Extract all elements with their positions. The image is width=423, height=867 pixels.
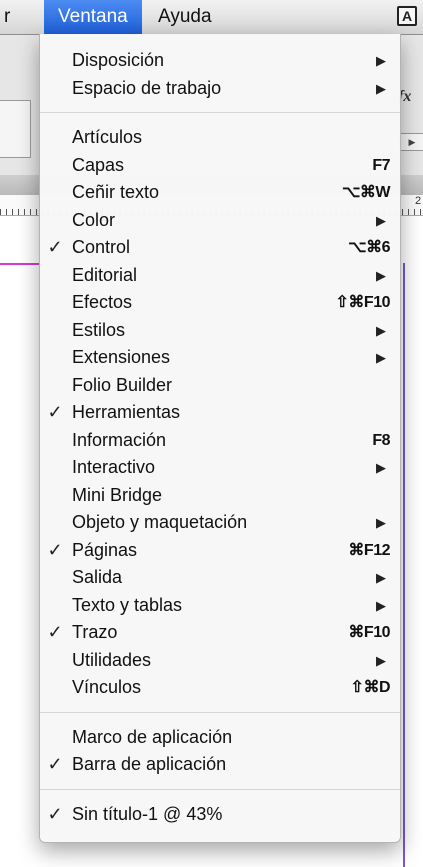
margin-guide-vertical (403, 263, 405, 867)
menu-item-label: Salida (72, 567, 123, 587)
menu-item-label: Editorial (72, 264, 138, 285)
menu-item-utilidades[interactable]: Utilidades ▶ (40, 647, 400, 675)
menu-item-barra-de-aplicacion[interactable]: ✓ Barra de aplicación (40, 751, 400, 779)
menu-item-label: Sin título-1 @ 43% (72, 803, 223, 824)
menu-item-editorial[interactable]: Editorial ▶ (40, 262, 400, 290)
menu-bar-item-prev[interactable]: r (4, 0, 10, 34)
menu-item-label: Control (72, 237, 131, 257)
menu-item-shortcut: ⌥⌘W (341, 184, 391, 201)
menu-item-sin-titulo-1-43[interactable]: ✓ Sin título-1 @ 43% (40, 801, 400, 829)
submenu-arrow-icon: ▶ (376, 53, 386, 68)
menu-separator (40, 788, 400, 790)
submenu-arrow-icon: ▶ (376, 212, 386, 228)
menu-item-espacio-de-trabajo[interactable]: Espacio de trabajo ▶ (40, 75, 400, 103)
menu-item-label: Ceñir texto (72, 182, 160, 202)
menu-list: Disposición ▶ Espacio de trabajo ▶ Artículos… (40, 47, 400, 828)
submenu-arrow-icon: ▶ (376, 322, 386, 338)
menu-item-texto-y-tablas[interactable]: Texto y tablas ▶ (40, 592, 400, 620)
menu-bar: r Ventana Ayuda A (0, 0, 423, 35)
menu-item-shortcut: ⌥⌘6 (348, 239, 390, 256)
menu-item-label: Disposición (72, 50, 165, 70)
menu-item-marco-de-aplicacion[interactable]: Marco de aplicación (40, 724, 400, 752)
menu-item-shortcut: F7 (372, 156, 390, 174)
checkmark-icon: ✓ (47, 539, 63, 560)
menu-item-informacion[interactable]: Información F8 (40, 427, 400, 455)
menu-item-label: Objeto y maquetación (72, 512, 248, 532)
menu-item-label: Folio Builder (72, 374, 173, 395)
menu-item-label: Información (72, 429, 167, 450)
menu-item-folio-builder[interactable]: Folio Builder (40, 372, 400, 400)
menu-item-cenir-texto[interactable]: Ceñir texto ⌥⌘W (40, 179, 400, 207)
menu-item-label: Espacio de trabajo (72, 77, 222, 98)
ventana-menu: Disposición ▶ Espacio de trabajo ▶ Artículos… (39, 34, 401, 843)
menu-item-extensiones[interactable]: Extensiones ▶ (40, 344, 400, 372)
menu-item-shortcut: F8 (372, 431, 390, 449)
menu-item-shortcut: ⇧⌘F10 (335, 294, 391, 311)
menu-item-label: Capas (72, 154, 125, 175)
checkmark-icon: ✓ (47, 803, 63, 824)
menu-bar-item-ventana[interactable]: Ventana (44, 0, 142, 34)
margin-guide-horizontal (0, 263, 40, 265)
menu-item-label: Trazo (72, 622, 118, 642)
checkmark-icon: ✓ (47, 237, 63, 257)
menu-item-label: Interactivo (72, 457, 156, 477)
menu-item-label: Efectos (72, 292, 133, 312)
submenu-arrow-icon: ▶ (376, 570, 386, 585)
menu-item-label: Color (72, 209, 116, 230)
submenu-arrow-icon: ▶ (376, 267, 386, 283)
menu-item-efectos[interactable]: Efectos ⇧⌘F10 (40, 289, 400, 317)
menu-item-articulos[interactable]: Artículos (40, 124, 400, 152)
submenu-arrow-icon: ▶ (376, 460, 386, 475)
menu-item-label: Utilidades (72, 649, 152, 670)
checkmark-icon: ✓ (47, 622, 63, 642)
menu-item-label: Páginas (72, 539, 138, 560)
menu-item-label: Marco de aplicación (72, 726, 233, 747)
menu-item-color[interactable]: Color ▶ (40, 207, 400, 235)
submenu-arrow-icon: ▶ (376, 597, 386, 613)
menu-item-shortcut: ⌘F10 (348, 624, 390, 641)
menu-item-label: Extensiones (72, 347, 171, 367)
panel-arrow-button[interactable]: ▶ (399, 133, 423, 151)
app-logo-icon[interactable]: A (397, 6, 417, 26)
menu-item-estilos[interactable]: Estilos ▶ (40, 317, 400, 345)
menu-item-label: Texto y tablas (72, 594, 183, 615)
submenu-arrow-icon: ▶ (376, 350, 386, 365)
menu-item-disposicion[interactable]: Disposición ▶ (40, 47, 400, 75)
checkmark-icon: ✓ (47, 402, 63, 422)
menu-item-mini-bridge[interactable]: Mini Bridge (40, 482, 400, 510)
menu-item-trazo[interactable]: ✓ Trazo ⌘F10 (40, 619, 400, 647)
submenu-arrow-icon: ▶ (376, 652, 386, 668)
menu-item-label: Estilos (72, 319, 126, 340)
menu-item-label: Herramientas (72, 402, 181, 422)
menu-item-vinculos[interactable]: Vínculos ⇧⌘D (40, 674, 400, 702)
submenu-arrow-icon: ▶ (376, 515, 386, 530)
menu-item-label: Vínculos (72, 677, 142, 697)
menu-item-label: Mini Bridge (72, 484, 163, 505)
menu-item-shortcut: ⌘F12 (348, 541, 390, 559)
menu-item-label: Artículos (72, 127, 143, 147)
menu-item-capas[interactable]: Capas F7 (40, 152, 400, 180)
menu-separator (40, 112, 400, 113)
menu-item-objeto-y-maquetacion[interactable]: Objeto y maquetación ▶ (40, 509, 400, 537)
checkmark-icon: ✓ (47, 754, 63, 774)
ruler-number: 2 (415, 195, 422, 207)
menu-item-paginas[interactable]: ✓ Páginas ⌘F12 (40, 537, 400, 565)
menu-item-control[interactable]: ✓ Control ⌥⌘6 (40, 234, 400, 262)
menu-item-label: Barra de aplicación (72, 754, 227, 774)
menu-item-salida[interactable]: Salida ▶ (40, 564, 400, 592)
submenu-arrow-icon: ▶ (376, 80, 386, 96)
menu-item-herramientas[interactable]: ✓ Herramientas (40, 399, 400, 427)
menu-item-shortcut: ⇧⌘D (350, 679, 391, 696)
menu-item-interactivo[interactable]: Interactivo ▶ (40, 454, 400, 482)
menu-bar-item-ayuda[interactable]: Ayuda (158, 0, 212, 34)
control-panel-field[interactable] (0, 100, 31, 158)
menu-separator (40, 711, 400, 713)
